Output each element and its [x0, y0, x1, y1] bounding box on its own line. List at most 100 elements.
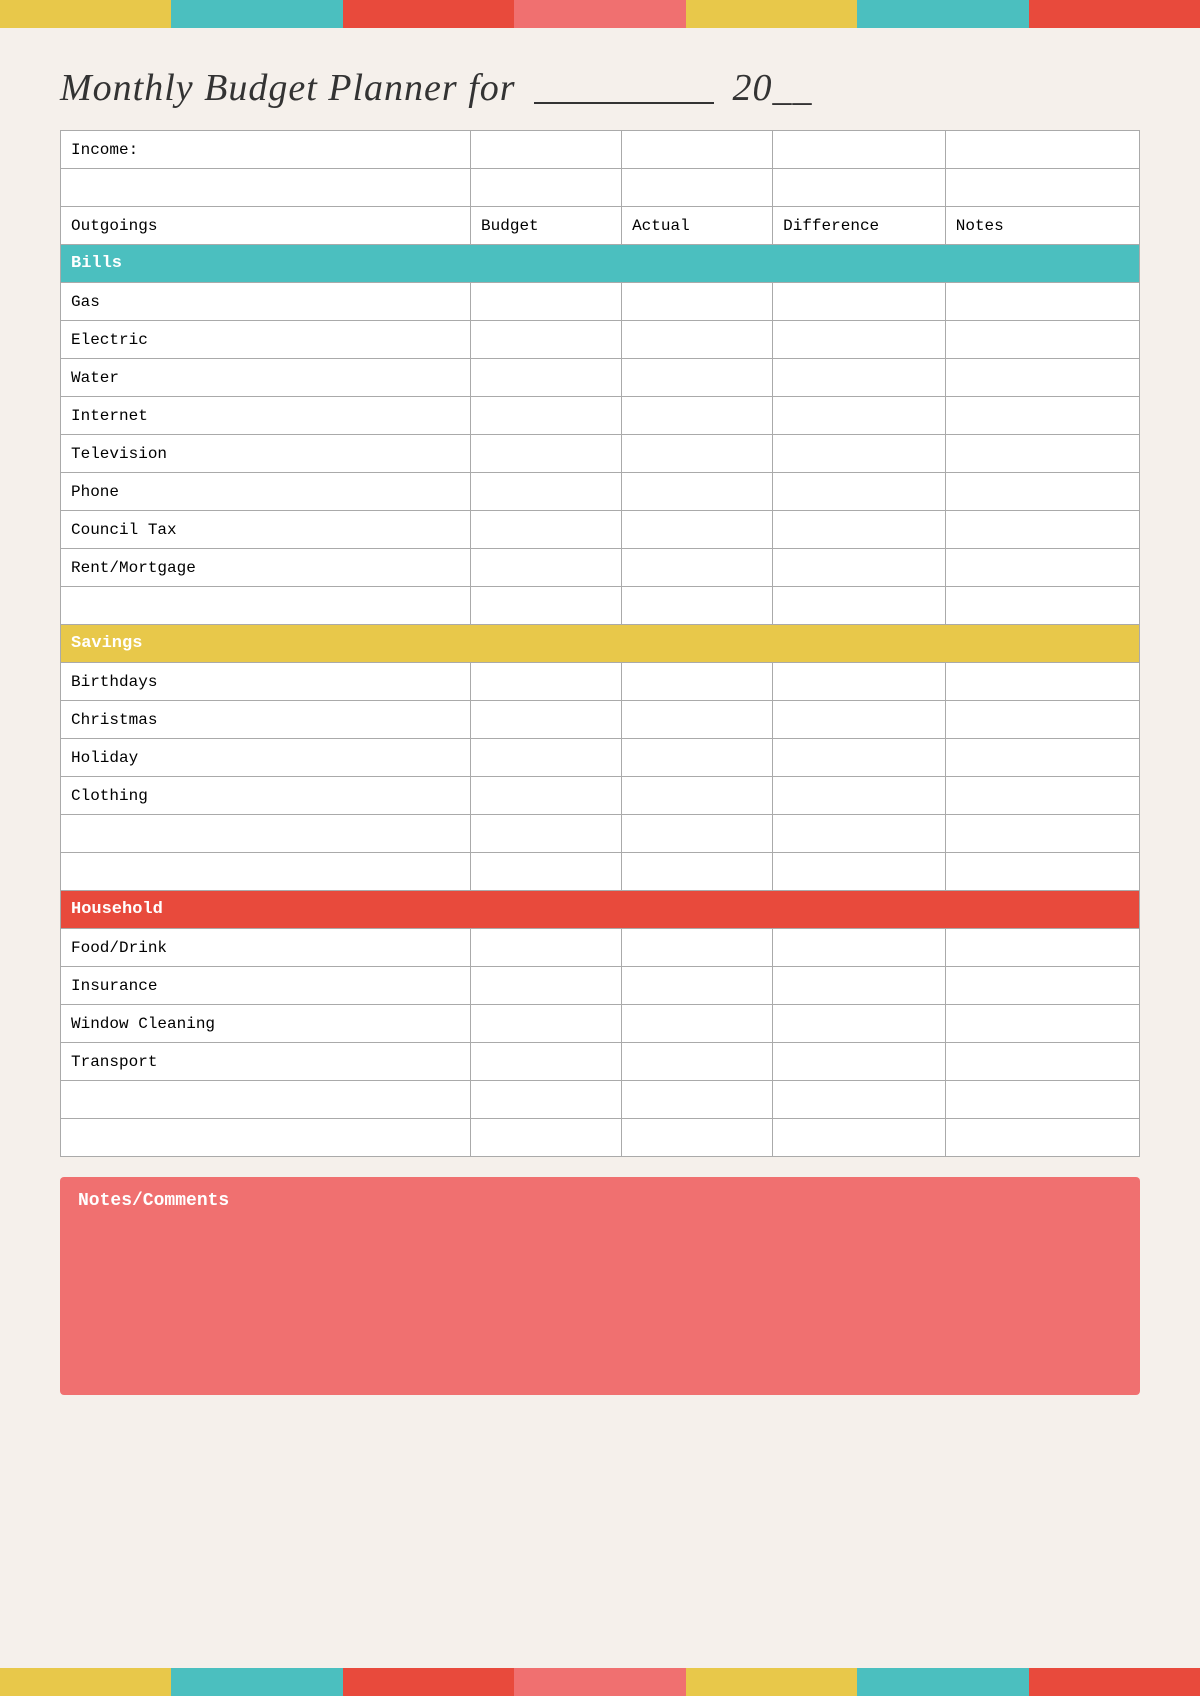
transport-actual[interactable] — [622, 1043, 773, 1081]
phone-notes[interactable] — [945, 473, 1139, 511]
income-actual-cell — [622, 131, 773, 169]
spacer-row-1 — [61, 169, 1140, 207]
television-budget[interactable] — [471, 435, 622, 473]
phone-budget[interactable] — [471, 473, 622, 511]
internet-diff[interactable] — [773, 397, 946, 435]
clothing-notes[interactable] — [945, 777, 1139, 815]
food-diff[interactable] — [773, 929, 946, 967]
label-food-drink: Food/Drink — [61, 929, 471, 967]
transport-diff[interactable] — [773, 1043, 946, 1081]
birthdays-diff[interactable] — [773, 663, 946, 701]
holiday-diff[interactable] — [773, 739, 946, 777]
council-tax-actual[interactable] — [622, 511, 773, 549]
phone-actual[interactable] — [622, 473, 773, 511]
internet-actual[interactable] — [622, 397, 773, 435]
electric-diff[interactable] — [773, 321, 946, 359]
row-water: Water — [61, 359, 1140, 397]
clothing-diff[interactable] — [773, 777, 946, 815]
rent-notes[interactable] — [945, 549, 1139, 587]
insurance-diff[interactable] — [773, 967, 946, 1005]
water-actual[interactable] — [622, 359, 773, 397]
row-internet: Internet — [61, 397, 1140, 435]
label-council-tax: Council Tax — [61, 511, 471, 549]
clothing-budget[interactable] — [471, 777, 622, 815]
bottom-bar-seg-3 — [343, 1668, 514, 1696]
christmas-actual[interactable] — [622, 701, 773, 739]
water-budget[interactable] — [471, 359, 622, 397]
top-bar — [0, 0, 1200, 28]
christmas-budget[interactable] — [471, 701, 622, 739]
rent-diff[interactable] — [773, 549, 946, 587]
row-clothing: Clothing — [61, 777, 1140, 815]
television-notes[interactable] — [945, 435, 1139, 473]
rent-budget[interactable] — [471, 549, 622, 587]
window-notes[interactable] — [945, 1005, 1139, 1043]
birthdays-notes[interactable] — [945, 663, 1139, 701]
gas-notes[interactable] — [945, 283, 1139, 321]
council-tax-budget[interactable] — [471, 511, 622, 549]
birthdays-budget[interactable] — [471, 663, 622, 701]
holiday-actual[interactable] — [622, 739, 773, 777]
notes-body[interactable] — [78, 1221, 1122, 1381]
council-tax-diff[interactable] — [773, 511, 946, 549]
label-gas: Gas — [61, 283, 471, 321]
bar-seg-1 — [0, 0, 171, 28]
savings-empty-1 — [61, 815, 1140, 853]
bar-seg-2 — [171, 0, 342, 28]
food-notes[interactable] — [945, 929, 1139, 967]
phone-diff[interactable] — [773, 473, 946, 511]
insurance-notes[interactable] — [945, 967, 1139, 1005]
row-birthdays: Birthdays — [61, 663, 1140, 701]
council-tax-notes[interactable] — [945, 511, 1139, 549]
title-section: Monthly Budget Planner for 20__ — [0, 28, 1200, 130]
internet-budget[interactable] — [471, 397, 622, 435]
insurance-budget[interactable] — [471, 967, 622, 1005]
col-notes: Notes — [945, 207, 1139, 245]
col-difference: Difference — [773, 207, 946, 245]
food-budget[interactable] — [471, 929, 622, 967]
television-diff[interactable] — [773, 435, 946, 473]
window-actual[interactable] — [622, 1005, 773, 1043]
clothing-actual[interactable] — [622, 777, 773, 815]
electric-notes[interactable] — [945, 321, 1139, 359]
internet-notes[interactable] — [945, 397, 1139, 435]
insurance-actual[interactable] — [622, 967, 773, 1005]
water-notes[interactable] — [945, 359, 1139, 397]
holiday-notes[interactable] — [945, 739, 1139, 777]
birthdays-actual[interactable] — [622, 663, 773, 701]
christmas-diff[interactable] — [773, 701, 946, 739]
row-window-cleaning: Window Cleaning — [61, 1005, 1140, 1043]
gas-budget[interactable] — [471, 283, 622, 321]
christmas-notes[interactable] — [945, 701, 1139, 739]
savings-header-label: Savings — [61, 625, 1140, 663]
food-actual[interactable] — [622, 929, 773, 967]
label-insurance: Insurance — [61, 967, 471, 1005]
income-label: Income: — [61, 131, 471, 169]
bottom-bar-seg-4 — [514, 1668, 685, 1696]
bar-seg-5 — [686, 0, 857, 28]
column-header-row: Outgoings Budget Actual Difference Notes — [61, 207, 1140, 245]
title-blank — [534, 58, 714, 104]
budget-table: Income: Outgoings Budget Actual Differen… — [60, 130, 1140, 1157]
savings-empty-2 — [61, 853, 1140, 891]
notes-label: Notes/Comments — [78, 1191, 1122, 1211]
bottom-bar-seg-7 — [1029, 1668, 1200, 1696]
window-budget[interactable] — [471, 1005, 622, 1043]
transport-notes[interactable] — [945, 1043, 1139, 1081]
electric-actual[interactable] — [622, 321, 773, 359]
holiday-budget[interactable] — [471, 739, 622, 777]
col-outgoings: Outgoings — [61, 207, 471, 245]
row-food-drink: Food/Drink — [61, 929, 1140, 967]
income-row: Income: — [61, 131, 1140, 169]
rent-actual[interactable] — [622, 549, 773, 587]
label-water: Water — [61, 359, 471, 397]
window-diff[interactable] — [773, 1005, 946, 1043]
electric-budget[interactable] — [471, 321, 622, 359]
row-christmas: Christmas — [61, 701, 1140, 739]
water-diff[interactable] — [773, 359, 946, 397]
gas-actual[interactable] — [622, 283, 773, 321]
savings-header-row: Savings — [61, 625, 1140, 663]
gas-diff[interactable] — [773, 283, 946, 321]
television-actual[interactable] — [622, 435, 773, 473]
transport-budget[interactable] — [471, 1043, 622, 1081]
